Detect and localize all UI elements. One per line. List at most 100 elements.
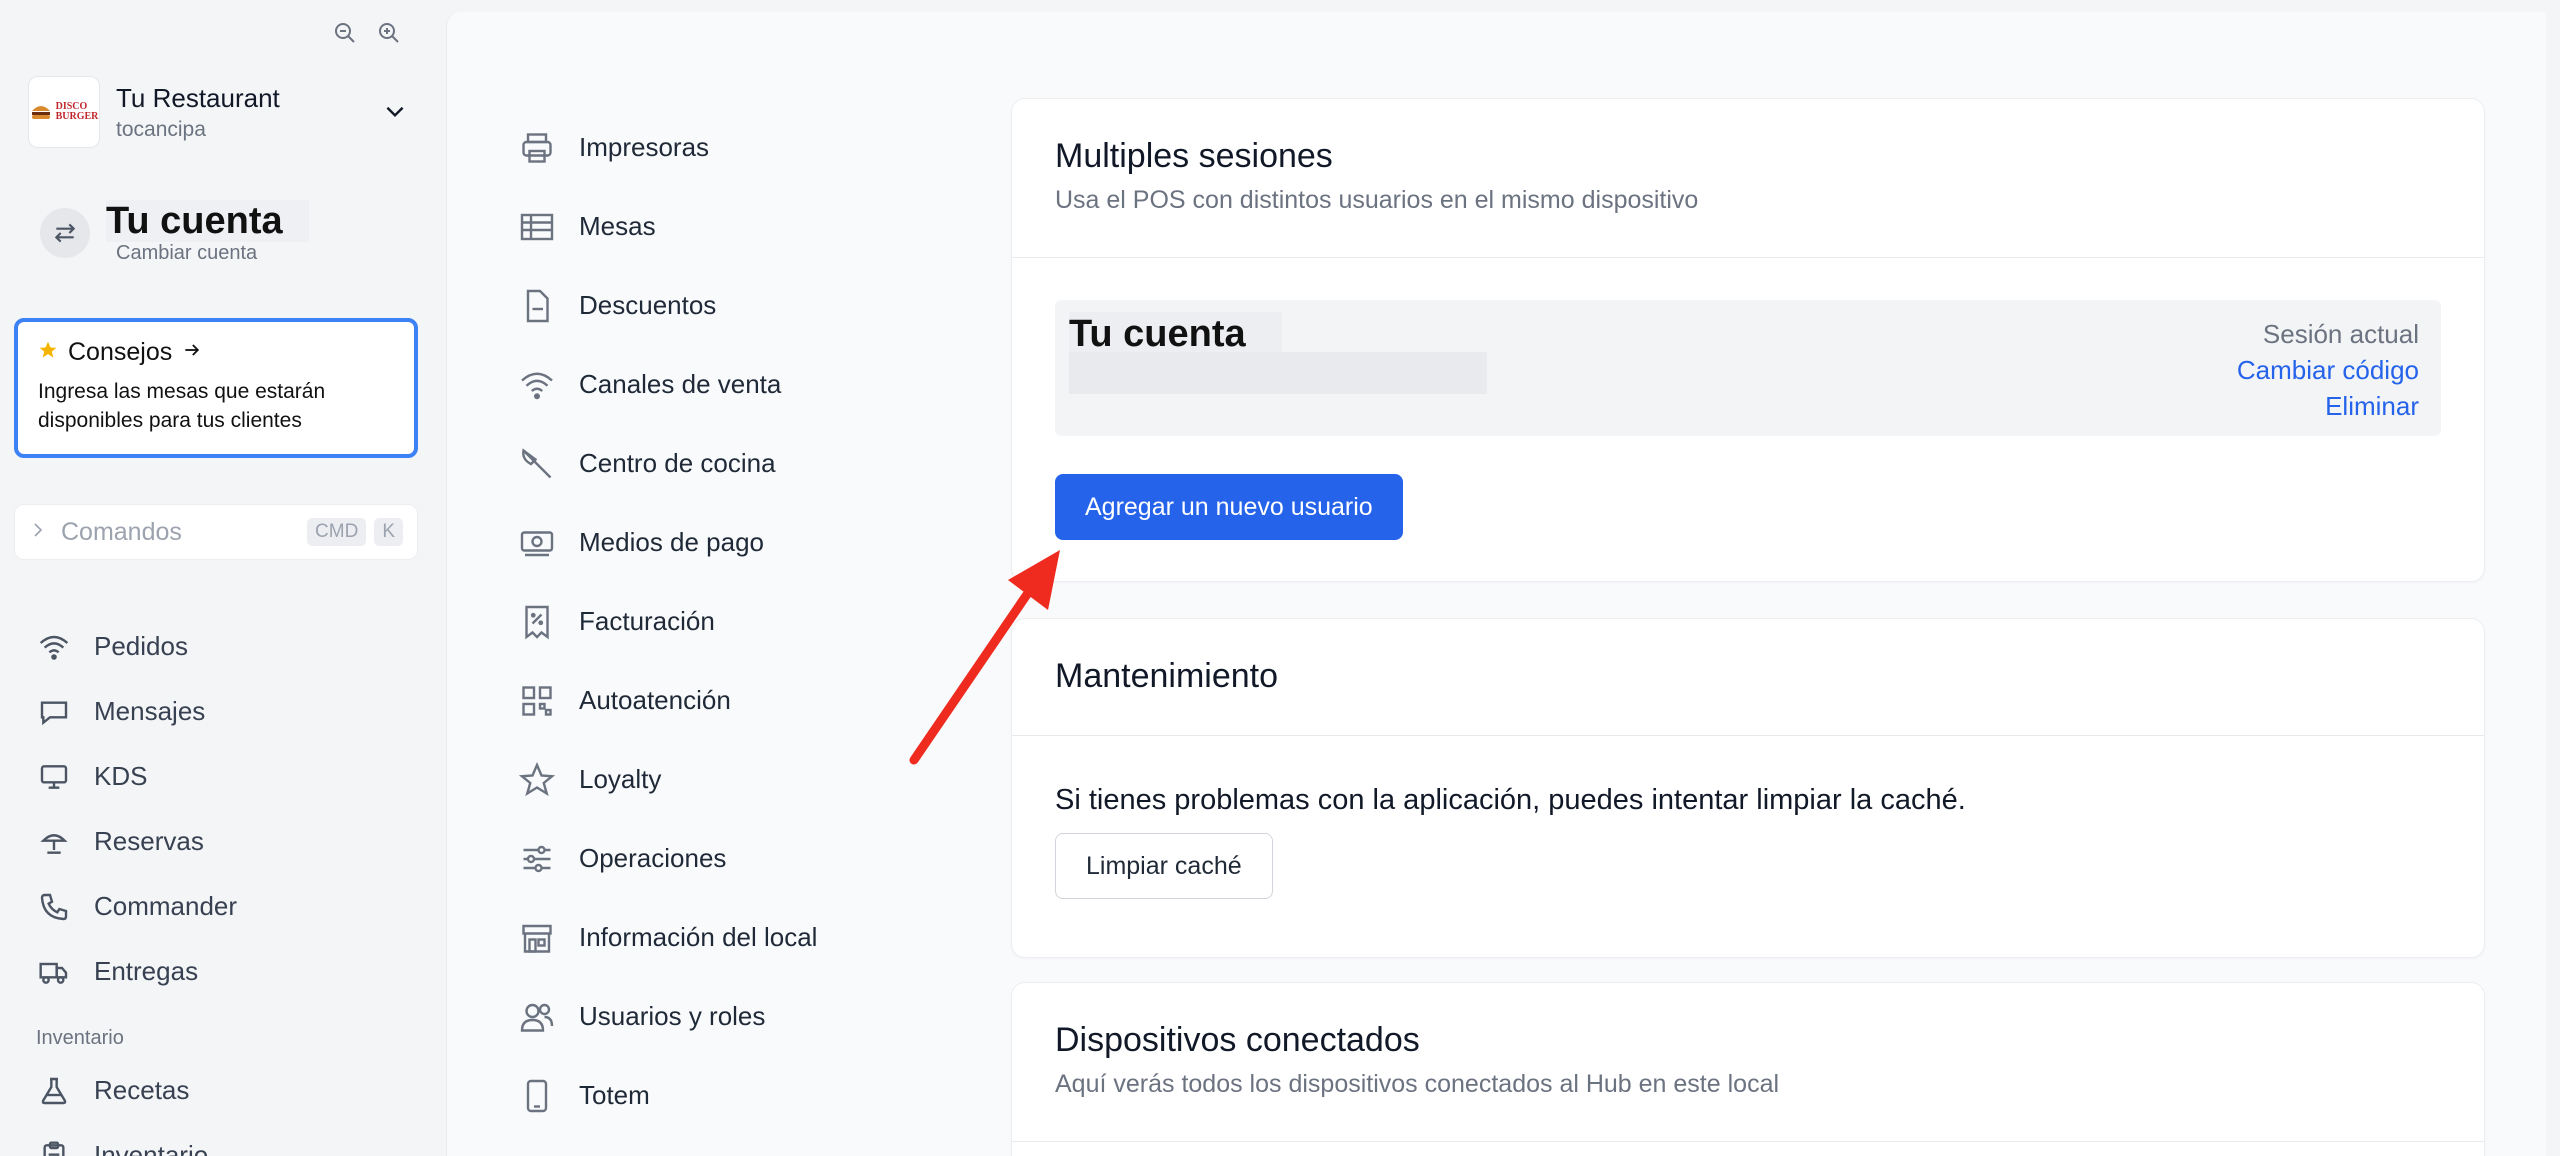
settings-item-descuentos[interactable]: Descuentos <box>517 266 937 345</box>
settings-label: Facturación <box>579 606 715 636</box>
settings-item-operaciones[interactable]: Operaciones <box>517 819 937 898</box>
main-panel: Impresoras Mesas Descuentos Canales de v… <box>446 12 2546 1156</box>
settings-label: Loyalty <box>579 764 662 794</box>
maintenance-card: Mantenimiento Si tienes problemas con la… <box>1011 618 2485 958</box>
account-switcher[interactable]: Tu cuenta Cambiar cuenta <box>40 200 309 265</box>
receipt-icon <box>517 602 557 642</box>
account-name: Tu cuenta <box>106 200 309 242</box>
maintenance-text: Si tienes problemas con la aplicación, p… <box>1055 784 1966 816</box>
settings-item-facturacion[interactable]: Facturación <box>517 582 937 661</box>
document-icon <box>517 286 557 326</box>
flask-icon <box>36 1073 72 1109</box>
settings-item-impresoras[interactable]: Impresoras <box>517 108 937 187</box>
current-session-label: Sesión actual <box>2262 319 2419 349</box>
nav-item-reservas[interactable]: Reservas <box>36 809 416 874</box>
store-icon <box>517 918 557 958</box>
sessions-card: Multiples sesiones Usa el POS con distin… <box>1011 98 2485 582</box>
maintenance-title: Mantenimiento <box>1055 657 1279 695</box>
shortcut-key-cmd: CMD <box>307 518 367 546</box>
nav-label-mensajes: Mensajes <box>94 696 206 726</box>
switch-account-label[interactable]: Cambiar cuenta <box>116 242 309 265</box>
sessions-title: Multiples sesiones <box>1055 137 1333 175</box>
change-code-link[interactable]: Cambiar código <box>2237 352 2419 388</box>
settings-label: Descuentos <box>579 290 717 320</box>
main-nav: Pedidos Mensajes KDS Reservas Commander <box>36 614 416 1156</box>
restaurant-name: Tu Restaurant <box>116 82 280 113</box>
devices-title: Dispositivos conectados <box>1055 1021 1420 1059</box>
nav-item-commander[interactable]: Commander <box>36 874 416 939</box>
zoom-in-icon[interactable] <box>374 18 404 48</box>
session-user-detail <box>1069 352 1487 394</box>
settings-item-totem[interactable]: Totem <box>517 1056 937 1135</box>
commands-label: Comandos <box>61 517 182 546</box>
burger-icon <box>31 106 50 119</box>
nav-item-entregas[interactable]: Entregas <box>36 939 416 1004</box>
restaurant-switcher[interactable]: DISCO BURGER Tu Restaurant tocancipa <box>28 76 408 148</box>
shortcut-key-k: K <box>374 518 403 546</box>
settings-item-mesas[interactable]: Mesas <box>517 187 937 266</box>
settings-item-canales[interactable]: Canales de venta <box>517 345 937 424</box>
delete-link[interactable]: Eliminar <box>2237 388 2419 424</box>
add-user-button[interactable]: Agregar un nuevo usuario <box>1055 474 1403 540</box>
printer-icon <box>517 128 557 168</box>
settings-item-loyalty[interactable]: Loyalty <box>517 740 937 819</box>
nav-label-kds: KDS <box>94 761 148 791</box>
nav-item-kds[interactable]: KDS <box>36 744 416 809</box>
nav-item-inventario[interactable]: Inventario <box>36 1123 416 1156</box>
settings-label: Canales de venta <box>579 369 782 399</box>
star-icon <box>38 338 58 367</box>
bell-icon <box>36 824 72 860</box>
chevron-right-icon <box>29 521 47 544</box>
star-icon <box>517 760 557 800</box>
cash-icon <box>517 523 557 563</box>
zoom-out-icon[interactable] <box>330 18 360 48</box>
nav-label-inventario: Inventario <box>94 1140 209 1156</box>
settings-label: Totem <box>579 1080 650 1110</box>
nav-label-entregas: Entregas <box>94 956 199 986</box>
divider <box>1012 257 2484 258</box>
settings-label: Información del local <box>579 922 818 952</box>
wifi-icon <box>517 365 557 405</box>
qr-icon <box>517 681 557 721</box>
settings-label: Mesas <box>579 211 656 241</box>
phone-icon <box>36 889 72 925</box>
tips-body: Ingresa las mesas que estarán disponible… <box>38 380 326 432</box>
tablet-icon <box>517 1076 557 1116</box>
swap-icon[interactable] <box>40 207 90 258</box>
divider <box>1012 1141 2484 1142</box>
knife-icon <box>517 444 557 484</box>
nav-item-recetas[interactable]: Recetas <box>36 1058 416 1123</box>
settings-item-info-local[interactable]: Información del local <box>517 898 937 977</box>
restaurant-logo: DISCO BURGER <box>28 76 100 148</box>
zoom-controls <box>330 18 404 48</box>
monitor-icon <box>36 759 72 795</box>
settings-label: Medios de pago <box>579 527 765 557</box>
settings-item-medios-pago[interactable]: Medios de pago <box>517 503 937 582</box>
sidebar: DISCO BURGER Tu Restaurant tocancipa Tu … <box>0 0 446 1156</box>
wifi-icon <box>36 629 72 665</box>
nav-item-pedidos[interactable]: Pedidos <box>36 614 416 679</box>
nav-section-inventario: Inventario <box>36 1027 124 1049</box>
command-palette-button[interactable]: Comandos CMD K <box>14 504 418 560</box>
settings-item-autoatencion[interactable]: Autoatención <box>517 661 937 740</box>
settings-menu: Impresoras Mesas Descuentos Canales de v… <box>517 108 937 1135</box>
devices-card: Dispositivos conectados Aquí verás todos… <box>1011 982 2485 1156</box>
arrow-right-icon <box>182 338 202 367</box>
truck-icon <box>36 954 72 990</box>
chevron-down-icon[interactable] <box>382 98 408 129</box>
settings-item-cocina[interactable]: Centro de cocina <box>517 424 937 503</box>
nav-label-recetas: Recetas <box>94 1075 190 1105</box>
logo-text-line2: BURGER <box>55 111 99 122</box>
settings-item-usuarios[interactable]: Usuarios y roles <box>517 977 937 1056</box>
tips-title: Consejos <box>68 338 173 366</box>
clear-cache-button[interactable]: Limpiar caché <box>1055 833 1273 899</box>
nav-label-pedidos: Pedidos <box>94 631 188 661</box>
tips-card[interactable]: Consejos Ingresa las mesas que estarán d… <box>14 318 418 458</box>
devices-description: Aquí verás todos los dispositivos conect… <box>1055 1070 1780 1098</box>
settings-label: Centro de cocina <box>579 448 776 478</box>
nav-label-reservas: Reservas <box>94 826 204 856</box>
sessions-description: Usa el POS con distintos usuarios en el … <box>1055 186 1699 214</box>
settings-label: Usuarios y roles <box>579 1001 766 1031</box>
nav-item-mensajes[interactable]: Mensajes <box>36 679 416 744</box>
sliders-icon <box>517 839 557 879</box>
